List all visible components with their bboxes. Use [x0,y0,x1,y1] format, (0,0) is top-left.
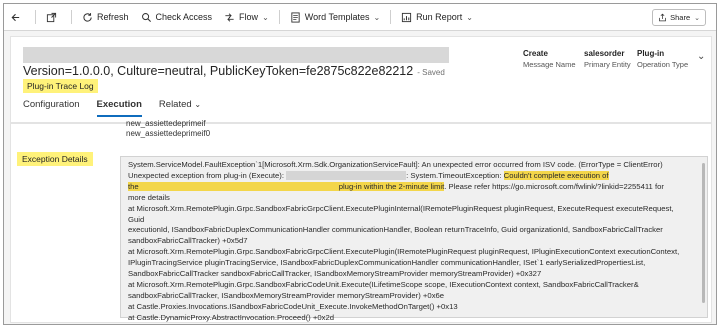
exception-line: at Castle.DynamicProxy.AbstractInvocatio… [128,312,335,322]
share-icon [659,13,666,22]
open-in-new-window-button[interactable] [40,4,67,30]
check-access-button[interactable]: Check Access [135,4,219,30]
highlighted-text: the [128,181,139,191]
exception-text-part: : System.TimeoutException: [406,170,502,180]
exception-line: at Castle.Proxies.Invocations.ISandboxFa… [128,301,458,311]
record-title: Version=1.0.0.0, Culture=neutral, Public… [23,64,445,78]
exception-details-field[interactable]: System.ServiceModel.FaultException`1[Mic… [120,156,708,322]
share-label: Share [670,13,691,22]
check-access-icon [141,12,151,22]
exception-details-label: Exception Details [17,152,93,166]
operation-type-value: Plug-in [637,49,665,58]
exception-line: at Microsoft.Xrm.RemotePlugin.Grpc.Sandb… [128,279,639,289]
toolbar-divider [35,10,36,24]
chevron-down-icon: ⌄ [694,14,700,22]
record-header: Version=1.0.0.0, Culture=neutral, Public… [10,36,712,123]
tab-list: Configuration Execution Related ⌄ [23,99,218,117]
app-window: Refresh Check Access Flow ⌄ Word Templat… [3,3,717,325]
redacted-block [286,171,407,181]
word-templates-button[interactable]: Word Templates ⌄ [284,4,386,30]
operation-type-label: Operation Type [637,60,689,69]
run-report-button[interactable]: Run Report ⌄ [395,4,479,30]
word-document-icon [291,11,300,23]
message-name-value: Create [523,49,548,58]
back-button[interactable] [4,4,31,30]
exception-line: the plug-in within the 2-minute limit. Pl… [128,181,688,193]
tab-configuration[interactable]: Configuration [23,99,80,117]
exception-line: more details [128,192,170,202]
highlighted-text: Couldn't complete execution of [503,170,609,180]
refresh-label: Refresh [97,12,129,22]
previous-field-line: new_assiettedeprimeif [126,119,206,128]
header-field-message-name: Create Message Name [523,49,576,69]
flow-icon [225,12,234,22]
chevron-down-icon: ⌄ [466,12,473,22]
previous-field-line: new_assiettedeprimeif0 [126,129,211,138]
expand-header-chevron-icon[interactable]: ⌄ [697,51,705,62]
exception-line: IPluginTracingService pluginTracingServi… [128,258,646,268]
record-title-text: Version=1.0.0.0, Culture=neutral, Public… [23,64,414,78]
share-button[interactable]: Share ⌄ [652,9,706,26]
toolbar-divider [71,10,72,24]
entity-type-label: Plug-in Trace Log [23,79,98,93]
scrollbar[interactable] [702,163,705,303]
exception-line: executionId, ISandboxFabricDuplexCommuni… [128,225,663,235]
highlighted-text: plug-in within the 2-minute limit [338,181,445,191]
open-in-new-window-icon [46,12,57,22]
command-bar: Refresh Check Access Flow ⌄ Word Templat… [4,4,716,31]
primary-entity-label: Primary Entity [584,60,631,69]
word-templates-label: Word Templates [304,12,370,22]
toolbar-divider [278,10,280,24]
tab-execution[interactable]: Execution [96,99,142,117]
refresh-icon [83,12,92,22]
redacted-block [23,47,449,63]
exception-line: sandboxFabricCallTracker) +0x5d7 [128,236,248,246]
report-icon [402,12,412,22]
header-field-primary-entity: salesorder Primary Entity [584,49,631,69]
exception-text: System.ServiceModel.FaultException`1[Mic… [128,160,688,324]
toolbar-divider [390,10,392,24]
chevron-down-icon: ⌄ [262,12,269,22]
exception-line: Unexpected exception from plug-in (Execu… [128,170,688,182]
chevron-down-icon: ⌄ [194,100,202,109]
tab-related-label: Related [158,99,192,110]
exception-line: SandboxFabricCallTracker sandboxFabricCa… [128,269,542,279]
exception-text-part: . Please refer https://go.microsoft.com/… [444,181,664,191]
tab-related[interactable]: Related ⌄ [159,99,201,117]
header-field-operation-type: Plug-in Operation Type [637,49,688,69]
refresh-button[interactable]: Refresh [76,4,135,30]
run-report-label: Run Report [416,12,463,22]
message-name-label: Message Name [523,60,576,69]
exception-line: at Microsoft.Xrm.RemotePlugin.Grpc.Sandb… [128,203,674,224]
exception-text-part: Unexpected exception from plug-in (Execu… [128,170,284,180]
exception-line: System.ServiceModel.FaultException`1[Mic… [128,160,663,169]
back-arrow-icon [11,13,20,21]
chevron-down-icon: ⌄ [373,12,381,22]
execution-section: new_assiettedeprimeif new_assiettedeprim… [10,119,712,323]
exception-line: at Microsoft.Xrm.RemotePlugin.Grpc.Sandb… [128,247,680,257]
exception-line: sandboxFabricCallTracker, ISandboxMemory… [128,290,445,300]
flow-button[interactable]: Flow ⌄ [218,4,275,30]
flow-label: Flow [239,12,259,22]
check-access-label: Check Access [155,12,213,22]
save-status: - Saved [417,68,445,77]
redacted-block [138,182,339,192]
primary-entity-value: salesorder [584,49,625,58]
